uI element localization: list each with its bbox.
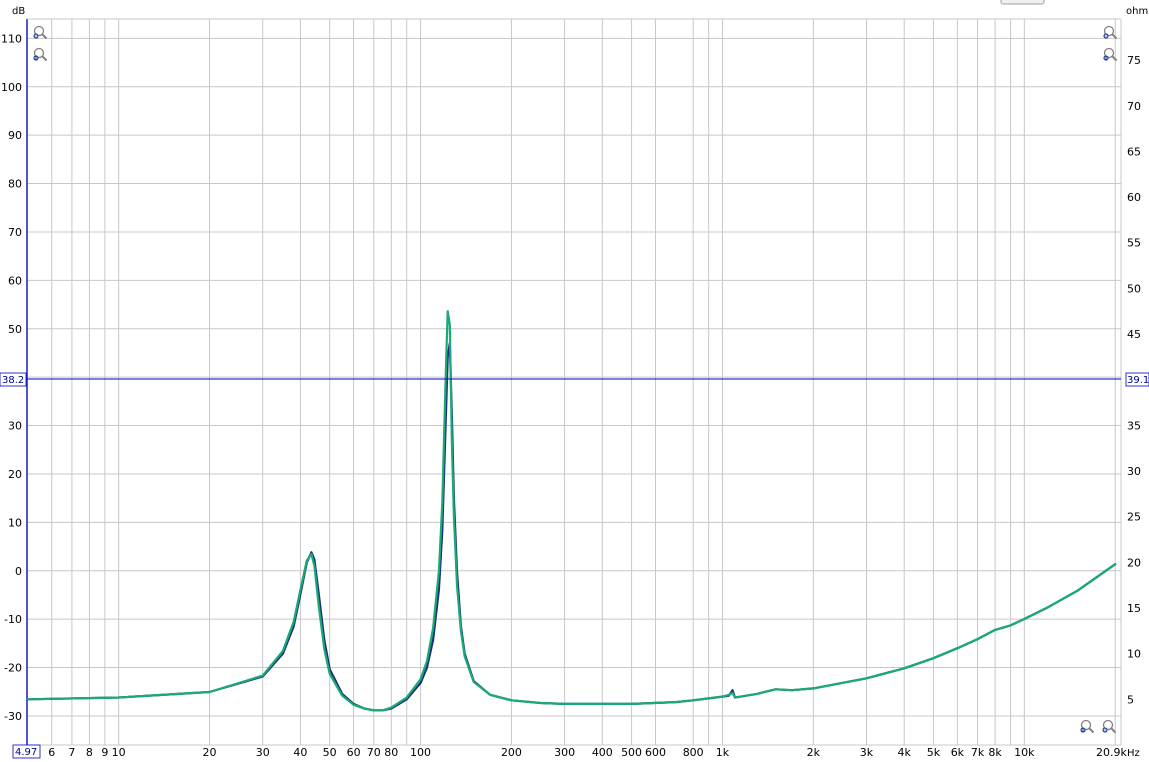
x-tick-label: 6k [951, 746, 965, 759]
y-right-tick-label: 50 [1127, 282, 1141, 295]
y-right-tick-label: 15 [1127, 602, 1141, 615]
x-unit-label: Hz [1127, 748, 1140, 759]
x-tick-label: 7 [68, 746, 75, 759]
x-end-value: 20.9k [1096, 746, 1127, 759]
x-tick-label: 40 [293, 746, 307, 759]
x-tick-label: 60 [347, 746, 361, 759]
y-left-tick-label: 60 [8, 274, 22, 287]
x-tick-label: 6 [48, 746, 55, 759]
y-left-tick-label: 0 [15, 565, 22, 578]
y-left-tick-label: 30 [8, 420, 22, 433]
x-tick-label: 800 [683, 746, 704, 759]
y-right-tick-label: 5 [1127, 693, 1134, 706]
cursor-right-value: 39.1 [1127, 375, 1149, 386]
y-right-tick-label: 70 [1127, 100, 1141, 113]
x-tick-label: 30 [256, 746, 270, 759]
x-tick-label: 500 [621, 746, 642, 759]
impedance-chart[interactable]: dB ohm Hz 1101009080706050403020100-10-2… [0, 0, 1149, 762]
right-unit-label: ohm [1126, 6, 1148, 17]
x-tick-label: 10k [1014, 746, 1035, 759]
x-tick-label: 3k [860, 746, 874, 759]
x-tick-label: 8k [988, 746, 1002, 759]
y-left-tick-label: 10 [8, 516, 22, 529]
y-right-tick-label: 45 [1127, 328, 1141, 341]
x-tick-label: 1k [716, 746, 730, 759]
y-left-tick-label: 70 [8, 226, 22, 239]
y-right-tick-label: 30 [1127, 465, 1141, 478]
x-tick-label: 70 [367, 746, 381, 759]
y-right-tick-label: 75 [1127, 54, 1141, 67]
x-tick-label: 80 [384, 746, 398, 759]
y-right-tick-label: 10 [1127, 648, 1141, 661]
cursor-left-value: 38.2 [2, 375, 24, 386]
y-left-tick-label: -30 [4, 710, 22, 723]
x-tick-label: 4k [898, 746, 912, 759]
y-left-tick-label: 50 [8, 323, 22, 336]
x-tick-label: 50 [323, 746, 337, 759]
x-tick-label: 2k [807, 746, 821, 759]
y-right-tick-label: 55 [1127, 237, 1141, 250]
y-left-tick-label: 100 [1, 81, 22, 94]
y-left-tick-label: -20 [4, 662, 22, 675]
y-left-tick-label: 90 [8, 129, 22, 142]
x-tick-label: 8 [86, 746, 93, 759]
x-tick-label: 7k [971, 746, 985, 759]
y-right-tick-label: 60 [1127, 191, 1141, 204]
y-left-tick-label: 110 [1, 32, 22, 45]
y-left-tick-label: -10 [4, 613, 22, 626]
x-start-value: 4.97 [15, 747, 37, 758]
y-right-tick-label: 25 [1127, 511, 1141, 524]
y-right-tick-label: 20 [1127, 556, 1141, 569]
x-tick-label: 200 [501, 746, 522, 759]
x-tick-label: 300 [554, 746, 575, 759]
left-unit-label: dB [12, 6, 25, 17]
y-left-tick-label: 80 [8, 178, 22, 191]
y-left-tick-label: 20 [8, 468, 22, 481]
x-tick-label: 20 [203, 746, 217, 759]
x-tick-label: 5k [927, 746, 941, 759]
y-right-tick-label: 35 [1127, 419, 1141, 432]
x-tick-label: 600 [645, 746, 666, 759]
x-tick-label: 10 [112, 746, 126, 759]
y-right-tick-label: 65 [1127, 145, 1141, 158]
x-tick-label: 9 [101, 746, 108, 759]
x-tick-label: 100 [410, 746, 431, 759]
top-scroll-handle[interactable] [1000, 0, 1045, 5]
x-tick-label: 400 [592, 746, 613, 759]
plot-background [0, 0, 1149, 762]
